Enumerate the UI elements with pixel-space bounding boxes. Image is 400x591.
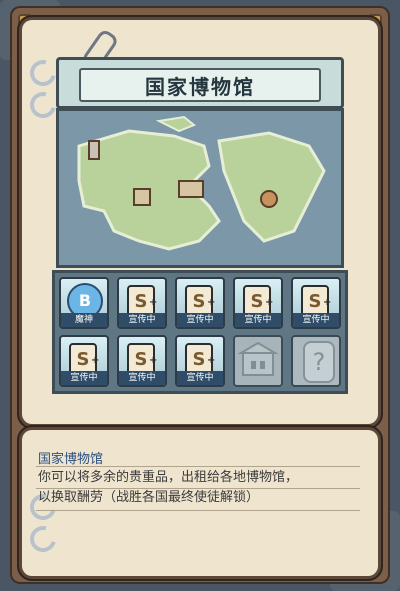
unknown-slot: ? [291,335,341,387]
slot-label: 魔神 [61,313,107,327]
description-line: 你可以将多余的贵重品，出租给各地博物馆， [38,470,299,485]
plus-icon: + [207,355,216,366]
question-mark-icon: ? [303,341,335,383]
locked-building-icon [237,341,279,376]
page-title: 国家博物馆 [145,74,255,99]
divider [36,466,360,467]
plus-icon: + [207,297,216,308]
divider [36,488,360,489]
locked-slot [233,335,283,387]
plus-icon: + [323,297,332,308]
collection-slot[interactable]: S + 宣传中 [233,277,283,329]
title-ribbon: 国家博物馆 [79,68,321,102]
collection-slot[interactable]: S + 宣传中 [59,335,109,387]
collection-slot[interactable]: B 魔神 [59,277,109,329]
slot-label: 宣传中 [293,313,339,327]
slot-label: 宣传中 [177,371,223,385]
description-title: 国家博物馆 [38,452,104,467]
collection-slot[interactable]: S + 宣传中 [175,335,225,387]
collection-grid: B 魔神 S + 宣传中 S + 宣传中 S + 宣传中 S + 宣传中 S +… [52,270,348,394]
title-banner: 国家博物馆 [56,57,344,109]
collection-slot[interactable]: S + 宣传中 [117,277,167,329]
collection-slot[interactable]: S + 宣传中 [291,277,341,329]
plus-icon: + [149,297,158,308]
collection-slot[interactable]: S + 宣传中 [117,335,167,387]
slot-label: 宣传中 [61,371,107,385]
collection-slot[interactable]: S + 宣传中 [175,277,225,329]
plus-icon: + [91,355,100,366]
plus-icon: + [265,297,274,308]
plus-icon: + [149,355,158,366]
map-illustration [59,111,341,265]
slot-label: 宣传中 [119,313,165,327]
slot-label: 宣传中 [119,371,165,385]
divider [36,510,360,511]
description-line: 以换取酬劳（战胜各国最终使徒解锁） [38,490,260,505]
slot-label: 宣传中 [177,313,223,327]
slot-label: 宣传中 [235,313,281,327]
world-map [56,108,344,268]
